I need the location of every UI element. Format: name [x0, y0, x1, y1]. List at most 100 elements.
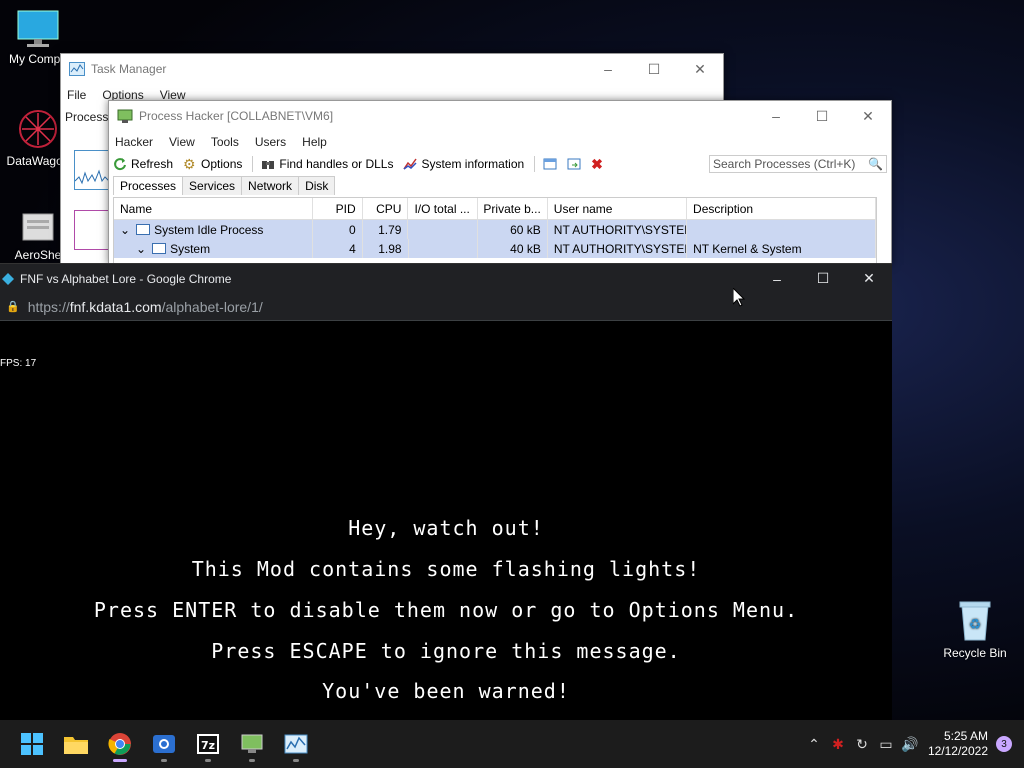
datawagon-icon [16, 108, 60, 150]
column-header-io-total[interactable]: I/O total ... [408, 198, 479, 219]
minimize-button[interactable]: – [754, 264, 800, 294]
taskbar-7zip[interactable]: 7z [186, 724, 230, 764]
taskbar-camera-app[interactable] [142, 724, 186, 764]
menu-hacker[interactable]: Hacker [115, 135, 153, 149]
options-label: Options [201, 157, 243, 171]
process-icon [152, 243, 167, 254]
process-private-bytes: 40 kB [478, 239, 548, 258]
taskbar-chrome[interactable] [98, 724, 142, 764]
column-header-name[interactable]: Name [114, 198, 313, 219]
menu-view[interactable]: View [169, 135, 195, 149]
clock[interactable]: 5:25 AM 12/12/2022 [928, 729, 988, 759]
close-red-icon[interactable]: ✖ [591, 157, 605, 171]
warning-line-2: This Mod contains some flashing lights! [191, 557, 701, 581]
notification-badge[interactable]: 3 [996, 736, 1012, 752]
window-arrow-icon[interactable] [567, 157, 581, 171]
process-tree-header: Name PID CPU I/O total ... Private b... … [114, 198, 876, 220]
monitor-icon [17, 10, 59, 48]
table-row[interactable]: ⌄ System 4 1.98 40 kB NT AUTHORITY\SYSTE… [114, 239, 876, 258]
close-button[interactable]: ✕ [846, 264, 892, 294]
column-header-user-name[interactable]: User name [548, 198, 688, 219]
minimize-button[interactable]: – [585, 54, 631, 84]
fnf-favicon [2, 272, 14, 285]
maximize-button[interactable]: ☐ [799, 101, 845, 131]
running-indicator [161, 759, 167, 762]
taskbar: 7z ⌃ ✱ ↻ ▭ 🔊 5:25 AM 12/12/2022 3 [0, 720, 1024, 768]
close-button[interactable]: ✕ [677, 54, 723, 84]
process-pid: 0 [313, 220, 363, 239]
close-button[interactable]: ✕ [845, 101, 891, 131]
search-processes-input[interactable]: Search Processes (Ctrl+K) 🔍 [709, 155, 887, 173]
menu-file[interactable]: File [67, 88, 86, 102]
window-title: Task Manager [91, 62, 167, 76]
address-bar[interactable]: 🔒 https:// fnf.kdata1.com /alphabet-lore… [0, 293, 892, 321]
column-header-cpu[interactable]: CPU [363, 198, 409, 219]
tab-processes[interactable]: Process [65, 110, 108, 124]
refresh-button[interactable]: Refresh [113, 157, 173, 171]
chrome-window[interactable]: FNF vs Alphabet Lore - Google Chrome – ☐… [0, 263, 892, 720]
table-row[interactable]: ⌄ System Idle Process 0 1.79 60 kB NT AU… [114, 220, 876, 239]
network-icon[interactable]: ▭ [874, 732, 898, 756]
process-hacker-icon [241, 734, 263, 753]
menu-tools[interactable]: Tools [211, 135, 239, 149]
cpu-graph [74, 150, 110, 190]
maximize-button[interactable]: ☐ [800, 264, 846, 294]
process-icon [136, 224, 151, 235]
system-information-label: System information [421, 157, 525, 171]
folder-icon [64, 737, 88, 754]
fps-counter: FPS: 17 [0, 358, 37, 369]
tab-services[interactable]: Services [182, 176, 243, 195]
desktop-icon-recycle-bin[interactable]: ♻ Recycle Bin [937, 598, 1013, 660]
process-private-bytes: 60 kB [478, 220, 548, 239]
start-button[interactable] [10, 724, 54, 764]
find-handles-button[interactable]: Find handles or DLLs [261, 157, 393, 171]
process-hacker-window[interactable]: Process Hacker [COLLABNET\VM6] – ☐ ✕ Hac… [108, 100, 892, 267]
taskbar-file-explorer[interactable] [54, 724, 98, 764]
minimize-button[interactable]: – [753, 101, 799, 131]
running-indicator [205, 759, 211, 762]
window-title: Process Hacker [COLLABNET\VM6] [139, 109, 334, 123]
process-name: System [170, 241, 211, 256]
search-placeholder: Search Processes (Ctrl+K) [713, 157, 856, 171]
task-manager-titlebar[interactable]: Task Manager – ☐ ✕ [61, 54, 723, 84]
menu-users[interactable]: Users [255, 135, 286, 149]
menu-help[interactable]: Help [302, 135, 327, 149]
svg-text:♻: ♻ [969, 617, 982, 633]
process-hacker-titlebar[interactable]: Process Hacker [COLLABNET\VM6] – ☐ ✕ [109, 101, 891, 131]
taskbar-process-hacker[interactable] [230, 724, 274, 764]
chrome-titlebar[interactable]: FNF vs Alphabet Lore - Google Chrome – ☐… [0, 264, 892, 293]
process-description [687, 220, 876, 239]
chevron-down-icon[interactable]: ⌄ [120, 223, 130, 237]
tab-network[interactable]: Network [241, 176, 300, 195]
process-io [409, 239, 479, 258]
recycle-bin-icon: ♻ [956, 598, 994, 642]
column-header-pid[interactable]: PID [313, 198, 363, 219]
game-canvas[interactable]: FPS: 17 Hey, watch out! This Mod contain… [0, 321, 892, 720]
process-hacker-toolbar: Refresh ⚙ Options Find handles or DLLs S… [109, 153, 891, 175]
memory-graph [74, 210, 110, 250]
taskbar-task-manager[interactable] [274, 724, 318, 764]
process-name: System Idle Process [154, 222, 264, 237]
camera-icon [153, 735, 175, 753]
7zip-icon: 7z [197, 734, 219, 754]
warning-line-4: Press ESCAPE to ignore this message. [211, 639, 681, 663]
binoculars-icon [261, 157, 275, 171]
clock-time: 5:25 AM [943, 729, 988, 743]
tab-processes[interactable]: Processes [113, 176, 184, 195]
maximize-button[interactable]: ☐ [631, 54, 677, 84]
window-icon[interactable] [543, 157, 557, 171]
sync-icon[interactable]: ↻ [850, 732, 874, 756]
volume-icon[interactable]: 🔊 [898, 732, 922, 756]
column-header-description[interactable]: Description [687, 198, 876, 219]
column-header-private-bytes[interactable]: Private b... [478, 198, 548, 219]
datawagon-tray-icon[interactable]: ✱ [826, 732, 850, 756]
system-information-button[interactable]: System information [403, 157, 524, 171]
chevron-up-icon[interactable]: ⌃ [802, 732, 826, 756]
process-hacker-tabs: Processes Services Network Disk [109, 175, 891, 195]
chevron-down-icon[interactable]: ⌄ [136, 242, 146, 256]
clock-date: 12/12/2022 [927, 744, 988, 758]
options-button[interactable]: ⚙ Options [183, 157, 242, 171]
desktop-icon-label: Recycle Bin [943, 646, 1007, 660]
process-hacker-menubar: Hacker View Tools Users Help [109, 131, 891, 153]
tab-disk[interactable]: Disk [298, 176, 336, 195]
